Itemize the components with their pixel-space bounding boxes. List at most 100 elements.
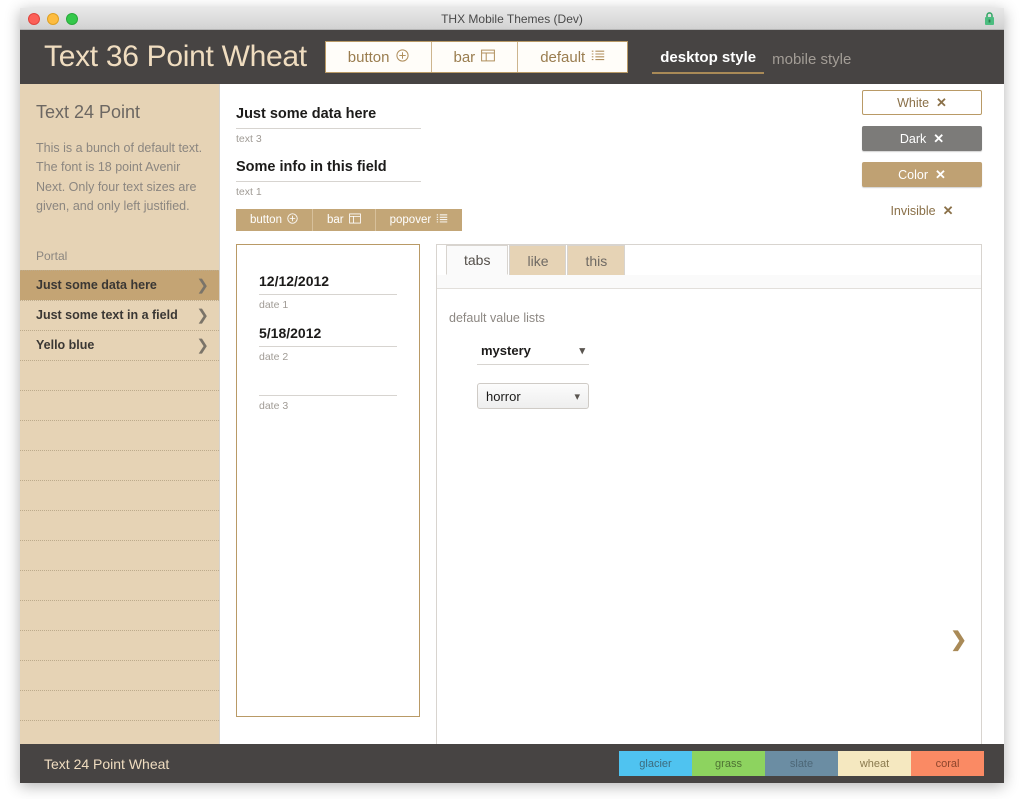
segment-label: default [540,48,586,66]
color-swatch-slate[interactable]: slate [765,751,838,776]
panel-tab-like[interactable]: like [509,245,567,275]
close-x-icon[interactable]: ✕ [943,203,954,219]
segment-label: popover [389,214,432,226]
app-window: THX Mobile Themes (Dev) Text 36 Point Wh… [20,8,1004,783]
header-segmented-control: button bar default [324,41,629,73]
date-card-inner: 12/12/2012 date 1 5/18/2012 date 2 date … [237,245,419,412]
sidebar-empty-row[interactable] [20,719,219,745]
sidebar-item-yello-blue[interactable]: Yello blue ❯ [20,329,219,360]
panel-icon [348,213,361,227]
color-swatch-coral[interactable]: coral [911,751,984,776]
lock-icon[interactable] [984,12,995,31]
panel-tab-tabs[interactable]: tabs [446,245,509,275]
theme-button-white[interactable]: White ✕ [862,90,982,115]
color-swatch-group: glacier grass slate wheat coral [619,751,984,776]
sidebar: Text 24 Point This is a bunch of default… [20,84,220,744]
tab-mobile-style[interactable]: mobile style [764,51,859,74]
sidebar-empty-row[interactable] [20,359,219,390]
theme-button-group: White ✕ Dark ✕ Color ✕ Invisible ✕ [862,90,982,223]
date-value-2[interactable]: 5/18/2012 [259,325,397,347]
field-value-text3[interactable]: Just some data here [236,106,421,129]
chevron-right-icon: ❯ [196,307,209,324]
select-value: mystery [481,343,531,358]
date-value-1[interactable]: 12/12/2012 [259,273,397,295]
main-segment-button[interactable]: button [236,209,313,231]
field-value-text1[interactable]: Some info in this field [236,159,421,182]
segment-label: bar [453,48,476,66]
sidebar-empty-row[interactable] [20,449,219,480]
sidebar-empty-row[interactable] [20,479,219,510]
circle-plus-icon [287,213,298,227]
sidebar-empty-row[interactable] [20,419,219,450]
footer: Text 24 Point Wheat glacier grass slate whe… [20,744,1004,783]
main-content: Just some data here text 3 Some info in … [220,84,1004,783]
chevron-down-icon: ▾ [574,390,580,403]
panel-tab-this[interactable]: this [567,245,626,275]
sidebar-header-block: Text 24 Point This is a bunch of default… [20,84,219,217]
sidebar-empty-rows [20,359,219,745]
sidebar-empty-row[interactable] [20,389,219,420]
page-title: Text 36 Point Wheat [44,40,307,73]
color-swatch-wheat[interactable]: wheat [838,751,911,776]
sidebar-empty-row[interactable] [20,659,219,690]
select-mystery[interactable]: mystery ▾ [477,343,589,365]
sidebar-empty-row[interactable] [20,689,219,720]
header-segment-default[interactable]: default [518,42,627,72]
panel-tab-strip: tabs like this [437,245,981,275]
date-value-3[interactable] [259,377,397,396]
date-spacer [259,363,397,377]
tab-desktop-style[interactable]: desktop style [652,49,765,74]
list-icon [436,213,448,227]
panel-subbar [437,275,981,289]
sidebar-empty-row[interactable] [20,509,219,540]
main-segmented-control: button bar popover [236,209,463,231]
close-x-icon[interactable]: ✕ [935,167,946,183]
theme-button-label: Dark [899,131,927,146]
portal-label: Portal [36,248,68,263]
select-value: horror [486,388,521,404]
theme-button-label: White [897,95,930,110]
circle-plus-icon [395,48,409,66]
theme-button-label: Invisible [890,203,936,218]
sidebar-empty-row[interactable] [20,569,219,600]
main-segment-popover[interactable]: popover [376,209,463,231]
field-label-text1: text 1 [236,186,262,198]
app-header: Text 36 Point Wheat button bar default d… [20,30,1004,84]
theme-button-dark[interactable]: Dark ✕ [862,126,982,151]
sidebar-item-just-some-data-here[interactable]: Just some data here ❯ [20,269,219,300]
date-label-3: date 3 [259,400,289,412]
tab-panel: tabs like this default value lists myste… [436,244,982,783]
date-card: 12/12/2012 date 1 5/18/2012 date 2 date … [236,244,420,717]
header-segment-bar[interactable]: bar [432,42,519,72]
close-x-icon[interactable]: ✕ [933,131,944,147]
list-icon [591,49,605,66]
field-label-text3: text 3 [236,133,262,145]
field-spacer [236,145,421,159]
header-segment-button[interactable]: button [326,42,432,72]
date-label-1: date 1 [259,299,289,311]
color-swatch-glacier[interactable]: glacier [619,751,692,776]
select-horror[interactable]: horror ▾ [477,383,589,409]
sidebar-item-label: Just some data here [36,278,157,292]
sidebar-empty-row[interactable] [20,539,219,570]
chevron-right-icon: ❯ [196,337,209,354]
chevron-right-icon[interactable]: ❯ [950,627,967,652]
sidebar-empty-row[interactable] [20,599,219,630]
sidebar-item-label: Just some text in a field [36,308,178,322]
sidebar-item-label: Yello blue [36,338,95,352]
main-segment-bar[interactable]: bar [313,209,376,231]
panel-content: default value lists mystery ▾ horror ▾ ❯ [437,289,981,783]
chevron-down-icon: ▾ [579,345,585,357]
color-swatch-grass[interactable]: grass [692,751,765,776]
segment-label: button [347,48,390,66]
style-tab-bar: desktop style mobile style [652,40,859,74]
theme-button-label: Color [898,167,928,182]
segment-label: bar [326,214,344,226]
close-x-icon[interactable]: ✕ [936,95,947,111]
body-area: Text 24 Point This is a bunch of default… [20,84,1004,783]
theme-button-invisible[interactable]: Invisible ✕ [862,198,982,223]
sidebar-empty-row[interactable] [20,629,219,660]
date-spacer [259,311,397,325]
theme-button-color[interactable]: Color ✕ [862,162,982,187]
sidebar-item-just-some-text-in-a-field[interactable]: Just some text in a field ❯ [20,299,219,330]
